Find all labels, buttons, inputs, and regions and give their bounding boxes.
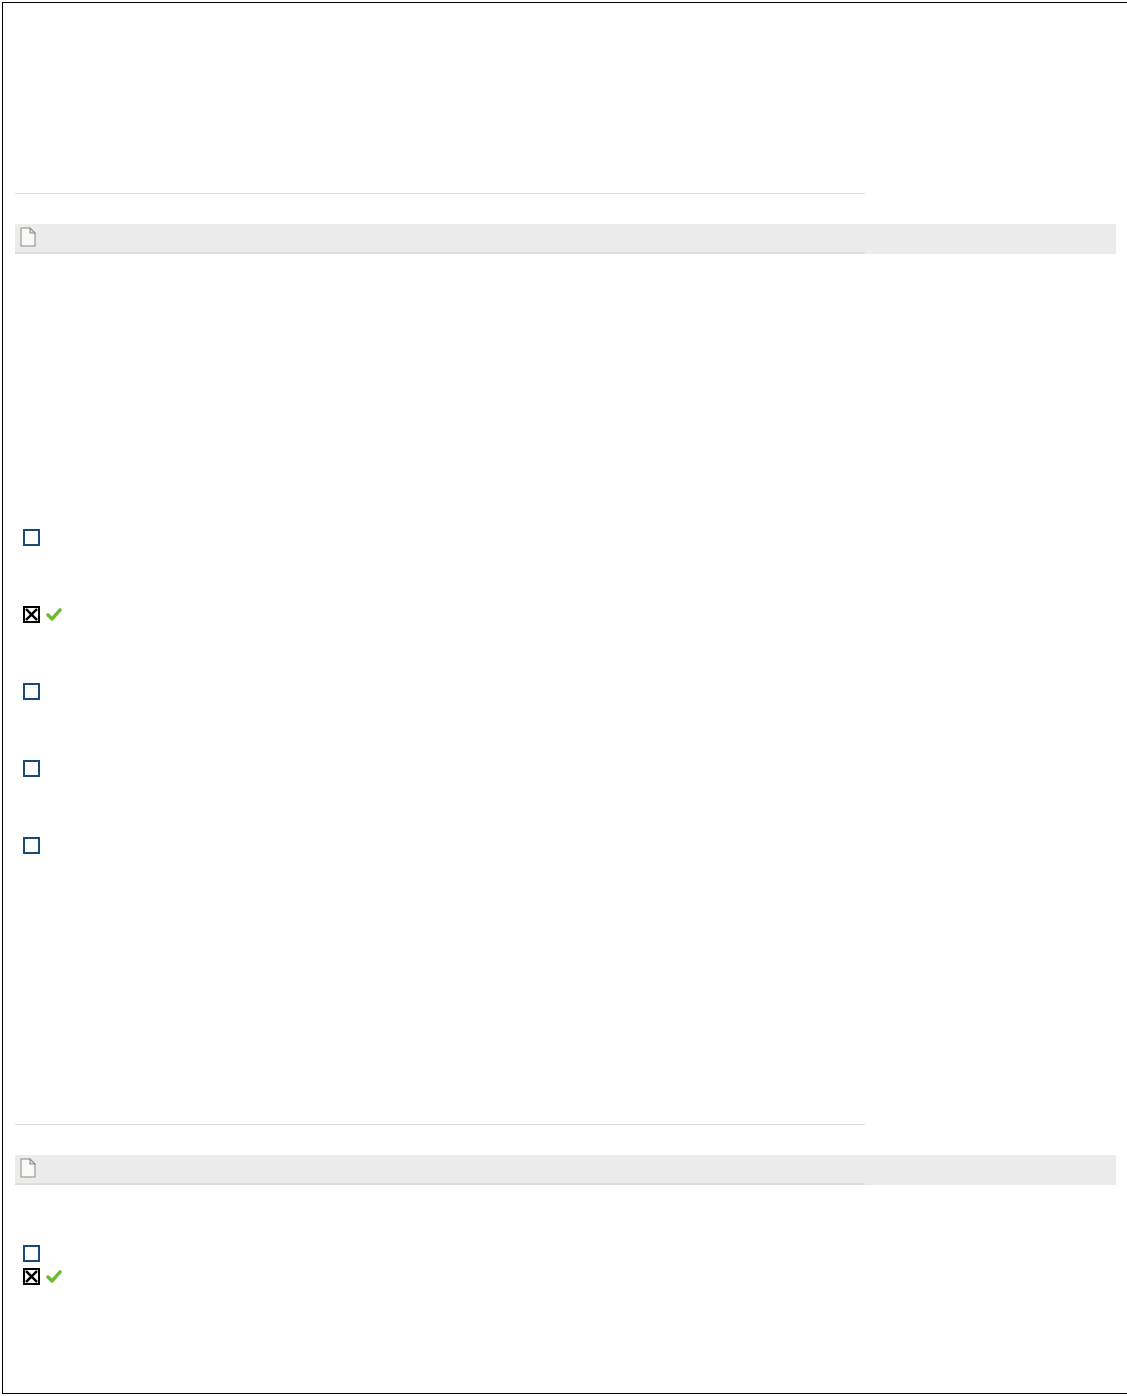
- checkmark-icon: [46, 1269, 62, 1285]
- spacer: [15, 254, 1116, 529]
- section-bar-underline: [15, 1183, 865, 1185]
- checkbox-checked-icon[interactable]: [23, 606, 40, 623]
- spacer: [15, 3, 1116, 193]
- spacer: [15, 623, 1116, 683]
- page-icon: [19, 1158, 37, 1183]
- checkbox-checked-icon[interactable]: [23, 1268, 40, 1285]
- checkbox-empty-icon[interactable]: [23, 529, 40, 546]
- spacer: [15, 777, 1116, 837]
- checkbox-empty-icon[interactable]: [23, 837, 40, 854]
- checkbox-empty-icon[interactable]: [23, 760, 40, 777]
- option-row: [23, 683, 1116, 700]
- checkbox-empty-icon[interactable]: [23, 683, 40, 700]
- spacer: [15, 854, 1116, 1124]
- option-row: [23, 760, 1116, 777]
- page-frame: [2, 2, 1127, 1394]
- spacer: [15, 194, 1116, 224]
- option-row: [23, 606, 1116, 623]
- spacer: [15, 1185, 1116, 1245]
- section-bar-underline: [15, 252, 865, 254]
- spacer: [15, 700, 1116, 760]
- option-row: [23, 1268, 1116, 1285]
- option-row: [23, 1245, 1116, 1262]
- checkmark-icon: [46, 607, 62, 623]
- option-row: [23, 837, 1116, 854]
- spacer: [15, 546, 1116, 606]
- page-icon: [19, 227, 37, 252]
- option-row: [23, 529, 1116, 546]
- content-area: [15, 3, 1116, 1285]
- section-header-bar: [15, 224, 1116, 254]
- checkbox-empty-icon[interactable]: [23, 1245, 40, 1262]
- section-header-bar: [15, 1155, 1116, 1185]
- spacer: [15, 1125, 1116, 1155]
